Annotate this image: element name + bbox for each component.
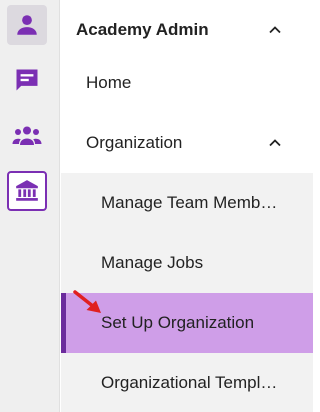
nav-item-label: Home (86, 73, 132, 92)
nav-subitem-label: Organizational Templ… (101, 373, 278, 392)
nav-subitem-label: Manage Team Memb… (101, 193, 278, 212)
section-academy-admin[interactable]: Academy Admin (61, 0, 313, 60)
chat-icon (16, 69, 38, 91)
rail-teams-button[interactable] (7, 116, 47, 156)
nav-item-organization[interactable]: Organization (61, 113, 313, 173)
rail-profile-button[interactable] (7, 5, 47, 45)
chevron-up-icon[interactable] (267, 22, 283, 38)
navigation-panel: Academy Admin Home Organization Manage T… (61, 0, 313, 412)
chevron-up-icon[interactable] (267, 135, 283, 151)
selected-indicator (61, 293, 66, 353)
nav-item-label: Organization (86, 133, 183, 152)
red-arrow-icon (73, 290, 101, 313)
nav-item-home[interactable]: Home (61, 53, 313, 113)
icon-rail (0, 0, 60, 412)
nav-subitem-label: Manage Jobs (101, 253, 204, 272)
nav-subitem-manage-team-members[interactable]: Manage Team Memb… (61, 173, 313, 233)
nav-subitem-organizational-templates[interactable]: Organizational Templ… (61, 353, 313, 412)
bank-building-icon (16, 180, 38, 201)
section-title: Academy Admin (76, 20, 209, 39)
person-icon (17, 15, 37, 35)
rail-admin-button[interactable] (7, 171, 47, 211)
rail-messages-button[interactable] (7, 60, 47, 100)
nav-subitem-manage-jobs[interactable]: Manage Jobs (61, 233, 313, 293)
people-group-icon (12, 126, 42, 145)
